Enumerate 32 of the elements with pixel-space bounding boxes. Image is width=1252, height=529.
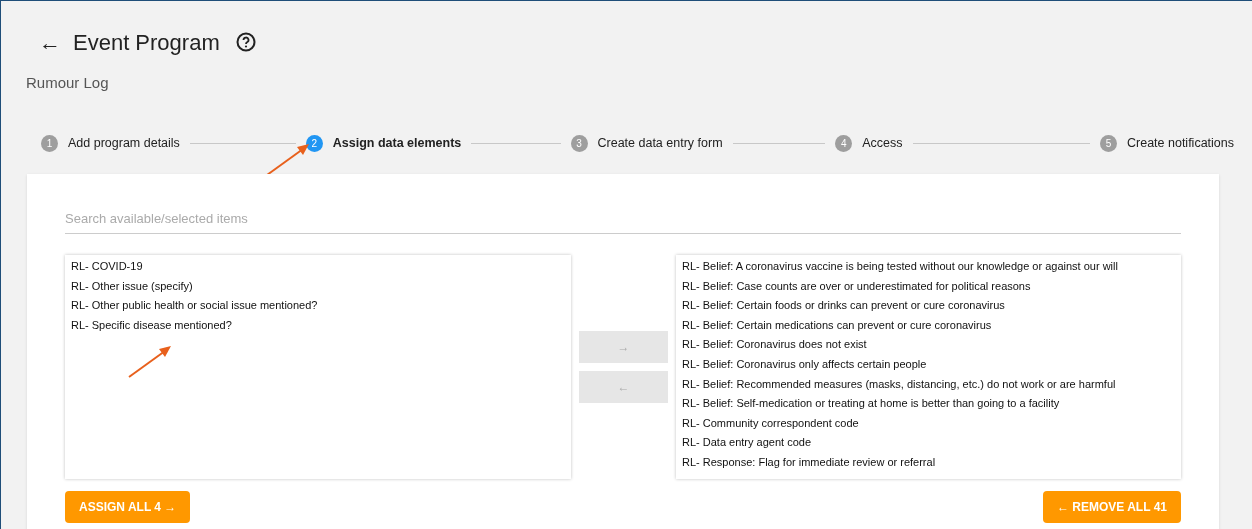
annotation-arrow bbox=[265, 141, 311, 177]
list-item[interactable]: RL- Belief: Certain foods or drinks can prevent or cure coronavirus bbox=[682, 296, 1175, 316]
page-title: Event Program bbox=[73, 28, 220, 57]
program-name: Rumour Log bbox=[25, 73, 110, 93]
list-item[interactable]: RL- Belief: A coronavirus vaccine is being tested without our knowledge or against our will bbox=[682, 257, 1175, 277]
step-number-icon: 3 bbox=[570, 135, 588, 152]
annotation-arrow bbox=[127, 343, 173, 379]
step-number-icon: 5 bbox=[1100, 135, 1117, 152]
step-number-icon: 2 bbox=[305, 135, 323, 152]
list-item[interactable]: RL- Other public health or social issue mentioned? bbox=[71, 296, 565, 316]
list-item[interactable]: RL- COVID-19 bbox=[71, 257, 565, 277]
step[interactable]: 3 Create data entry form bbox=[570, 134, 723, 153]
list-item[interactable]: RL- Belief: Case counts are over or underestimated for political reasons bbox=[682, 276, 1175, 297]
list-item[interactable]: RL- Specific disease mentioned? bbox=[71, 315, 565, 336]
help-icon[interactable] bbox=[235, 32, 256, 52]
list-item[interactable]: RL- Belief: Self-medication or treating at home is better than going to a facility bbox=[682, 394, 1175, 414]
list-item[interactable]: RL- Belief: Recommended measures (masks, distancing, etc.) do not work or are harmful bbox=[682, 374, 1175, 395]
list-item[interactable]: RL- Other issue (specify) bbox=[71, 276, 565, 297]
step-number-icon: 4 bbox=[835, 135, 853, 152]
list-item[interactable]: RL- Response: Flag for immediate review or referral bbox=[682, 452, 1175, 473]
step[interactable]: 5 Create notifications bbox=[1100, 134, 1234, 153]
step[interactable]: 1 Add program details bbox=[41, 134, 180, 153]
step-number-icon: 1 bbox=[41, 135, 58, 152]
list-item[interactable]: RL- Data entry agent code bbox=[682, 433, 1175, 453]
list-item[interactable]: RL- Belief: Certain medications can prevent or cure coronavirus bbox=[682, 315, 1175, 336]
step[interactable]: 2 Assign data elements bbox=[305, 134, 462, 153]
step[interactable]: 4 Access bbox=[835, 134, 903, 153]
list-item[interactable]: RL- Belief: Coronavirus only affects certain people bbox=[682, 354, 1175, 375]
search-field[interactable]: Search available/selected items bbox=[65, 204, 1181, 234]
list-item[interactable]: RL- Community correspondent code bbox=[682, 413, 1175, 434]
list-item[interactable]: RL- Belief: Coronavirus does not exist bbox=[682, 335, 1175, 355]
back-icon[interactable]: ← bbox=[39, 25, 61, 59]
